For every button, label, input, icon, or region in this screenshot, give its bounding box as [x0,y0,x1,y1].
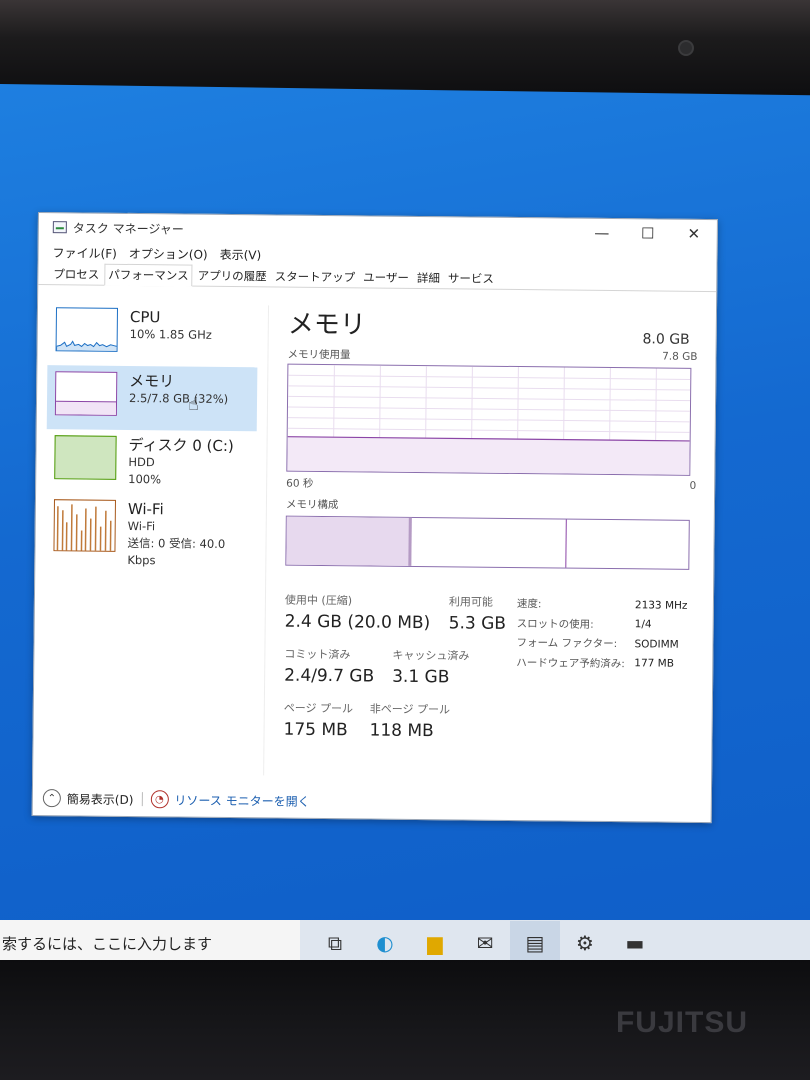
settings-icon[interactable]: ⚙ [560,921,610,965]
composition-label: メモリ構成 [285,498,339,512]
menu-options[interactable]: オプション(O) [129,244,208,262]
disk-label: ディスク 0 (C:) [128,435,234,456]
spec-form-factor-key: フォーム ファクター: [516,637,618,651]
edge-icon[interactable]: ◐ [360,921,410,965]
tab-performance[interactable]: パフォーマンス [104,263,193,287]
available-value: 5.3 GB [448,613,507,634]
wifi-label: Wi-Fi [127,499,164,519]
disk-type-text: HDD [128,454,155,470]
menu-file[interactable]: ファイル(F) [52,244,117,262]
memory-thumbnail-graph [54,371,118,416]
cpu-usage-text: 10% 1.85 GHz [129,326,212,342]
file-explorer-icon[interactable]: ▆ [410,921,460,965]
in-use-value: 2.4 GB (20.0 MB) [284,611,431,634]
cached-label: キャッシュ済み [392,648,470,663]
close-button[interactable]: ✕ [671,220,717,248]
wifi-thumbnail-graph [53,499,116,552]
spec-reserved-key: ハードウェア予約済み: [516,656,625,670]
disk-thumbnail-graph [54,435,117,480]
tab-details[interactable]: 詳細 [414,268,443,288]
resource-item-cpu[interactable]: CPU 10% 1.85 GHz [47,301,258,367]
monitor-bezel-top [0,0,810,95]
memory-detail-panel: メモリ 8.0 GB メモリ使用量 7.8 GB 60 秒 0 メモリ構成 使用… [283,304,698,776]
composition-in-use [286,516,412,566]
paged-pool-value: 175 MB [283,719,348,741]
cpu-thumbnail-graph [55,307,119,352]
committed-label: コミット済み [284,647,351,662]
task-manager-icon[interactable]: ▤ [510,921,560,965]
nonpaged-pool-value: 118 MB [369,720,434,742]
tab-app-history[interactable]: アプリの履歴 [195,266,270,287]
panel-divider [263,305,270,776]
cached-value: 3.1 GB [392,666,450,688]
spec-slots-value: 1/4 [634,618,652,631]
resource-item-disk[interactable]: ディスク 0 (C:) HDD 100% [46,429,257,495]
page-title: メモリ [287,309,367,341]
committed-value: 2.4/9.7 GB [284,665,375,687]
disk-usage-text: 100% [128,471,162,487]
resource-monitor-icon: ◔ [150,790,169,809]
graph-time-right: 0 [689,479,697,492]
memory-label: メモリ [129,371,175,391]
memory-stats: 使用中 (圧縮) 2.4 GB (20.0 MB) 利用可能 5.3 GB コミ… [283,592,695,776]
tab-services[interactable]: サービス [445,268,497,289]
available-label: 利用可能 [448,595,494,609]
search-placeholder: 索するには、ここに入力します [2,934,213,953]
nonpaged-pool-label: 非ページ プール [369,702,451,717]
chevron-up-icon[interactable]: ⌃ [42,789,61,808]
terminal-icon[interactable]: ▬ [610,921,660,965]
spec-reserved-value: 177 MB [634,657,675,670]
spec-speed-value: 2133 MHz [634,599,688,612]
tab-users[interactable]: ユーザー [360,267,412,288]
spec-speed-key: 速度: [516,598,542,611]
resource-item-wifi[interactable]: Wi-Fi Wi-Fi 送信: 0 受信: 40.0 Kbps [45,493,256,575]
hand-cursor-icon: ☝ [188,394,199,415]
resource-item-memory[interactable]: メモリ 2.5/7.8 GB (32%) [46,365,258,432]
tab-processes[interactable]: プロセス [50,264,102,285]
total-capacity: 8.0 GB [642,331,690,348]
brand-logo: FUJITSU [615,1006,748,1039]
task-manager-app-icon [52,221,67,234]
webcam [678,40,694,56]
tab-startup[interactable]: スタートアップ [272,266,359,287]
menu-view[interactable]: 表示(V) [220,245,262,262]
memory-specs: 速度: 2133 MHz スロットの使用: 1/4 フォーム ファクター: SODIM… [516,594,695,674]
memory-usage-graph [286,363,692,476]
minimize-button[interactable]: — [579,219,625,247]
composition-standby [411,517,567,568]
maximize-button[interactable]: ☐ [625,219,671,247]
wifi-throughput-text: 送信: 0 受信: 40.0 Kbps [127,535,226,568]
fewer-details-link[interactable]: 簡易表示(D) [67,790,134,808]
in-use-label: 使用中 (圧縮) [284,593,353,608]
mail-icon[interactable]: ✉ [460,921,510,965]
memory-composition-bar [285,515,690,570]
window-footer: ⌃ 簡易表示(D) ◔ リソース モニターを開く [42,789,310,810]
task-view-icon[interactable]: ⧉ [310,921,360,965]
spec-form-factor-value: SODIMM [634,638,679,651]
open-resource-monitor-link[interactable]: リソース モニターを開く [174,791,309,809]
wifi-adapter-text: Wi-Fi [127,518,156,534]
task-manager-window: タスク マネージャー — ☐ ✕ ファイル(F) オプション(O) 表示(V) … [31,212,718,824]
graph-time-left: 60 秒 [286,477,314,490]
window-title: タスク マネージャー [72,220,184,237]
cpu-label: CPU [129,307,161,327]
usage-graph-label: メモリ使用量 [287,348,351,362]
paged-pool-label: ページ プール [283,701,354,716]
monitor-bezel-bottom: FUJITSU [0,960,810,1080]
usage-graph-max: 7.8 GB [662,350,698,363]
spec-slots-key: スロットの使用: [516,617,594,631]
footer-separator [141,792,143,807]
memory-usage-text: 2.5/7.8 GB (32%) [128,390,229,407]
composition-free [566,520,688,569]
resource-list: CPU 10% 1.85 GHz メモリ 2.5/7.8 GB (32%) ディ… [45,301,258,575]
